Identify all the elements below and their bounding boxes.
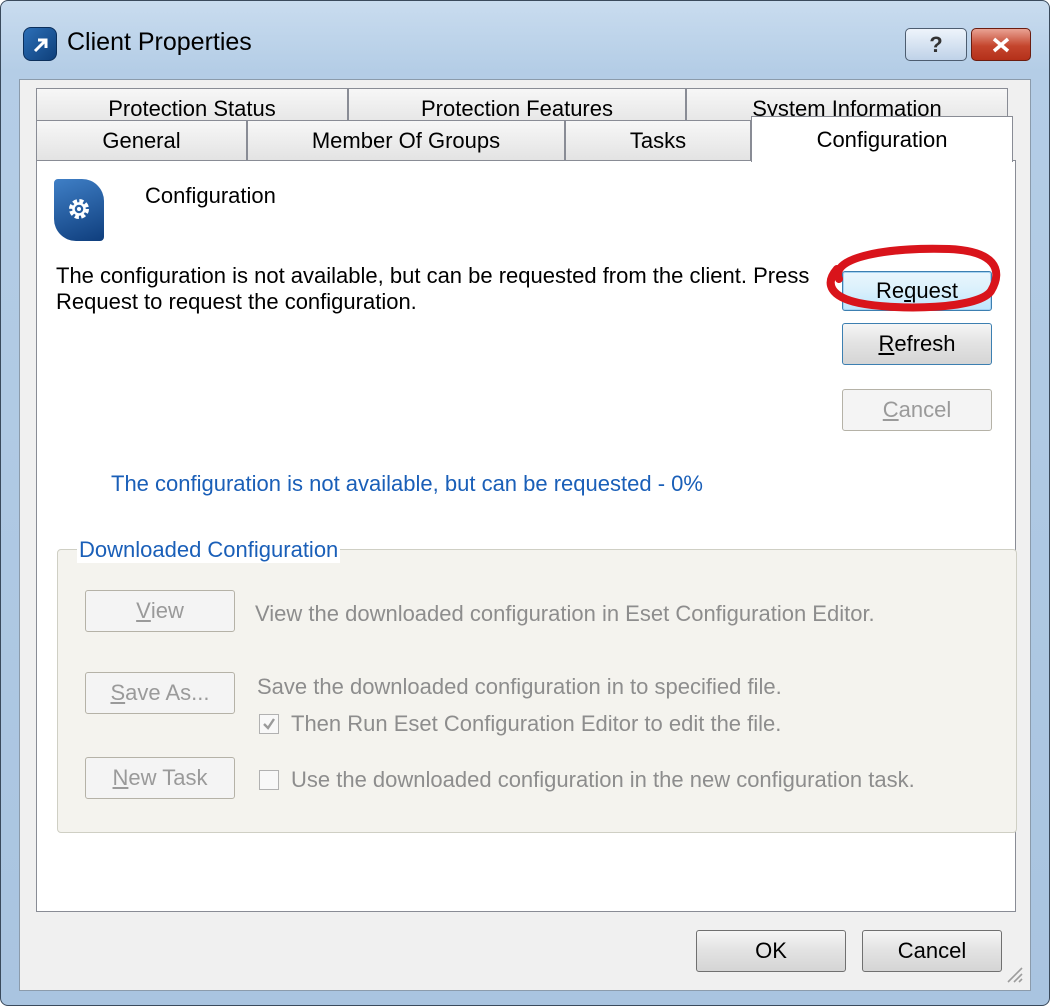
question-icon: ? [929,31,943,57]
close-icon [992,37,1010,52]
window-title: Client Properties [67,28,252,56]
save-as-button[interactable]: Save As... [85,672,235,714]
cancel-request-button[interactable]: Cancel [842,389,992,431]
save-as-label-end: ave As... [125,680,210,705]
view-label-end: iew [150,598,184,623]
new-task-label-key: N [112,765,129,790]
cancel-button[interactable]: Cancel [862,930,1002,972]
view-description: View the downloaded configuration in Ese… [255,601,875,626]
refresh-label-key: R [878,331,895,356]
request-button[interactable]: Re q uest [842,271,992,311]
configuration-icon [54,179,104,241]
cancel-request-label-end: ancel [898,397,952,422]
panel-title: Configuration [145,183,276,208]
view-label-key: V [136,598,151,623]
help-button[interactable]: ? [905,28,967,61]
new-task-button[interactable]: New Task [85,757,235,799]
save-as-label-key: S [110,680,126,705]
view-button[interactable]: View [85,590,235,632]
title-bar[interactable]: Client Properties ? [1,1,1049,81]
request-label-key: q [904,278,917,303]
cancel-request-label-key: C [882,397,899,422]
dialog-client-area: Protection Status Protection Features Sy… [19,79,1031,991]
client-properties-window: Client Properties ? Protection Status Pr… [0,0,1050,1006]
downloaded-configuration-label: Downloaded Configuration [77,537,341,563]
refresh-label-end: efresh [894,331,956,356]
request-label-end: uest [916,278,958,303]
tab-configuration[interactable]: Configuration [751,116,1013,162]
gear-icon [69,199,89,219]
run-editor-label: Then Run Eset Configuration Editor to ed… [291,711,782,736]
tab-general[interactable]: General [36,120,247,160]
tab-member-of-groups[interactable]: Member Of Groups [247,120,565,160]
close-button[interactable] [971,28,1031,61]
request-label-start: Re [876,278,905,303]
check-icon [263,718,275,730]
tab-tasks[interactable]: Tasks [565,120,751,160]
configuration-message: The configuration is not available, but … [56,263,810,314]
configuration-panel: Configuration The configuration is not a… [36,160,1017,912]
configuration-status: The configuration is not available, but … [111,471,703,496]
app-icon [23,27,57,61]
new-task-label-end: ew Task [128,765,208,790]
use-config-label: Use the downloaded configuration in the … [291,767,915,792]
resize-grip-icon[interactable] [1004,964,1024,984]
use-config-checkbox[interactable] [259,770,279,790]
refresh-button[interactable]: Refresh [842,323,992,365]
run-editor-checkbox[interactable] [259,714,279,734]
save-as-description: Save the downloaded configuration in to … [257,674,782,699]
ok-button[interactable]: OK [696,930,846,972]
